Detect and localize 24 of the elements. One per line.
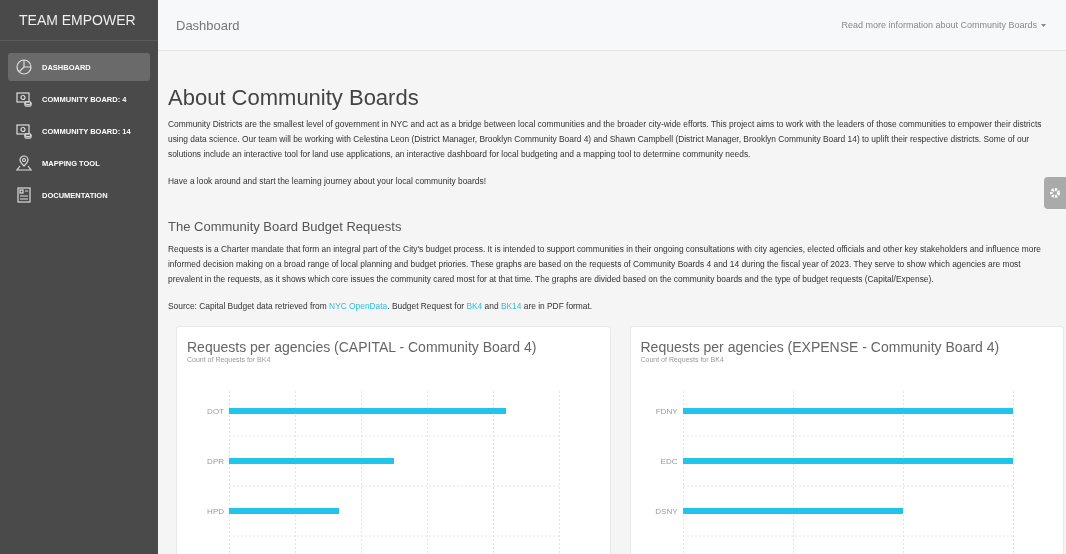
document-icon: [16, 187, 32, 203]
paragraph: Requests is a Charter mandate that form an integral part of the City's budget process. It is intended to support communities in their ongoing consultations with city agencies, elected officials and other key stakeholders and influence more informed decision making on a broad range of local planning and budget priories. These graphs are based on the requests of Community Boards 4 and 14 during the fiscal year of 2023. They serve to show which agencies are most prevalent in the requests, as it shows which core issues the community cared most for at that time. The graphs are divided based on the community boards and the type of budget requests (Capital/Expense).: [168, 243, 1042, 286]
caret-icon: [1041, 23, 1046, 27]
bar-label: EDC: [659, 456, 678, 466]
bar-label: DOT: [206, 406, 224, 416]
chart-title: Requests per agencies (EXPENSE - Community Board 4): [640, 339, 1001, 355]
settings-icon: [1049, 187, 1061, 199]
page-heading: About Community Boards: [168, 85, 420, 111]
section-heading: The Community Board Budget Requests: [168, 219, 403, 234]
bar-label: HPD: [206, 506, 224, 516]
header-title: Dashboard: [176, 17, 240, 33]
banknote-icon: [16, 91, 32, 107]
info-dropdown[interactable]: Read more information about Community Boards: [841, 20, 1046, 30]
pie-chart-icon: [16, 59, 32, 75]
bar-label: DPR: [206, 456, 224, 466]
settings-tab[interactable]: [1044, 177, 1066, 209]
banknote-icon: [16, 123, 32, 139]
bar-label: FDNY: [654, 406, 678, 416]
map-pin-icon: [16, 155, 32, 171]
source-note: Source: Capital Budget data retrieved from NYC OpenData. Budget Request for BK4 and BK14 are in PDF format.: [168, 300, 594, 313]
chart-title: Requests per agencies (CAPITAL - Community Board 4): [187, 339, 538, 355]
paragraph: Community Districts are the smallest level of government in NYC and act as a bridge between local communities and the broader city-wide efforts. This project aims to work with the leaders of those communities to empower their districts using data science. Our team will be working with Celestina Leon (District Manager, Brooklyn Community Board 4) and Shawn Campbell (District Manager, Brooklyn Community Board 14) to uplift their respective districts. Some of our solutions include an interactive tool for land use applications, an interactive dashboard for local budgeting and a mapping tool to determine community needs.: [168, 118, 1043, 161]
bar-label: DSNY: [654, 506, 678, 516]
paragraph: Have a look around and start the learning journey about your local community boards!: [168, 175, 487, 188]
